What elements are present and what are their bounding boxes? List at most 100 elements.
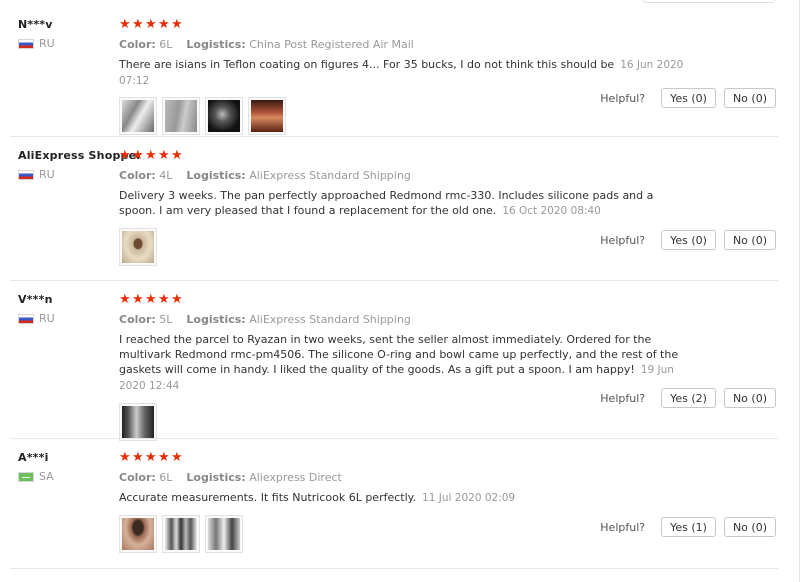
reviewer-name: N***v xyxy=(18,18,53,31)
flag-icon xyxy=(18,169,34,180)
logistics-label: Logistics: xyxy=(186,313,246,326)
reviewer-country: RU xyxy=(18,37,55,50)
review-content: I reached the parcel to Ryazan in two we… xyxy=(119,333,679,376)
review-photo[interactable] xyxy=(248,97,286,135)
review-divider xyxy=(10,438,778,439)
helpful-label: Helpful? xyxy=(600,520,646,534)
helpful-vote: Helpful? Yes (2) No (0) xyxy=(600,388,776,408)
review-content: Accurate measurements. It fits Nutricook… xyxy=(119,491,417,504)
star-icon: ★ xyxy=(132,292,145,307)
review-photo[interactable] xyxy=(162,97,200,135)
logistics-value: China Post Registered Air Mail xyxy=(249,38,414,51)
reviewer-country: RU xyxy=(18,312,55,325)
review-photo[interactable] xyxy=(205,97,243,135)
review-photo[interactable] xyxy=(205,515,243,553)
review-item: V***n RU ★★★★★ Color: 5L Logistics: AliEx… xyxy=(0,293,788,441)
helpful-no-button[interactable]: No (0) xyxy=(723,88,776,108)
review-date: 11 Jul 2020 02:09 xyxy=(422,492,516,504)
review-photo[interactable] xyxy=(119,228,157,266)
star-icon: ★ xyxy=(119,148,132,163)
review-text: Delivery 3 weeks. The pan perfectly appr… xyxy=(119,188,689,219)
star-icon: ★ xyxy=(145,450,158,465)
color-label: Color: xyxy=(119,471,156,484)
logistics-value: Aliexpress Direct xyxy=(249,471,342,484)
logistics-value: AliExpress Standard Shipping xyxy=(249,313,411,326)
star-icon: ★ xyxy=(171,148,184,163)
top-panel-edge xyxy=(643,0,775,3)
reviewer-name: A***i xyxy=(18,451,49,464)
star-icon: ★ xyxy=(145,292,158,307)
helpful-no-button[interactable]: No (0) xyxy=(723,517,776,537)
review-meta: Color: 6L Logistics: Aliexpress Direct xyxy=(119,471,689,484)
review-photo[interactable] xyxy=(119,515,157,553)
helpful-vote: Helpful? Yes (0) No (0) xyxy=(600,88,776,108)
color-value: 6L xyxy=(159,471,173,484)
flag-icon xyxy=(18,313,34,324)
star-icon: ★ xyxy=(145,17,158,32)
review-body: ★★★★★ Color: 6L Logistics: Aliexpress Dir… xyxy=(119,451,689,553)
color-label: Color: xyxy=(119,38,156,51)
review-photo[interactable] xyxy=(119,403,157,441)
reviewer-info: A***i SA xyxy=(18,451,54,483)
helpful-no-button[interactable]: No (0) xyxy=(723,230,776,250)
review-text: Accurate measurements. It fits Nutricook… xyxy=(119,490,689,506)
review-divider xyxy=(10,280,778,281)
star-icon: ★ xyxy=(119,450,132,465)
color-value: 4L xyxy=(159,169,173,182)
review-body: ★★★★★ Color: 5L Logistics: AliExpress Sta… xyxy=(119,293,689,441)
star-rating: ★★★★★ xyxy=(119,293,689,306)
reviewer-country: SA xyxy=(18,470,54,483)
star-icon: ★ xyxy=(158,450,171,465)
helpful-yes-button[interactable]: Yes (2) xyxy=(661,388,716,408)
review-text: I reached the parcel to Ryazan in two we… xyxy=(119,332,689,394)
review-meta: Color: 4L Logistics: AliExpress Standard … xyxy=(119,169,689,182)
helpful-label: Helpful? xyxy=(600,91,646,105)
review-item: A***i SA ★★★★★ Color: 6L Logistics: Aliex… xyxy=(0,451,788,569)
country-code: RU xyxy=(39,312,55,325)
country-code: SA xyxy=(39,470,54,483)
review-photo[interactable] xyxy=(162,515,200,553)
reviewer-info: V***n RU xyxy=(18,293,55,325)
star-icon: ★ xyxy=(158,292,171,307)
photo-gallery xyxy=(119,403,689,441)
star-icon: ★ xyxy=(132,17,145,32)
star-icon: ★ xyxy=(158,148,171,163)
color-label: Color: xyxy=(119,169,156,182)
helpful-yes-button[interactable]: Yes (0) xyxy=(661,230,716,250)
star-icon: ★ xyxy=(119,292,132,307)
star-icon: ★ xyxy=(132,450,145,465)
review-divider xyxy=(10,568,778,569)
review-date: 16 Oct 2020 08:40 xyxy=(502,205,601,217)
helpful-label: Helpful? xyxy=(600,233,646,247)
helpful-vote: Helpful? Yes (0) No (0) xyxy=(600,230,776,250)
star-icon: ★ xyxy=(119,17,132,32)
reviewer-info: N***v RU xyxy=(18,18,55,50)
star-icon: ★ xyxy=(132,148,145,163)
review-photo[interactable] xyxy=(119,97,157,135)
color-value: 5L xyxy=(159,313,173,326)
star-rating: ★★★★★ xyxy=(119,451,689,464)
star-rating: ★★★★★ xyxy=(119,149,689,162)
flag-icon xyxy=(18,471,34,482)
country-code: RU xyxy=(39,168,55,181)
color-label: Color: xyxy=(119,313,156,326)
helpful-label: Helpful? xyxy=(600,391,646,405)
helpful-no-button[interactable]: No (0) xyxy=(723,388,776,408)
review-content: There are isians in Teflon coating on fi… xyxy=(119,58,615,71)
review-divider xyxy=(10,136,778,137)
review-body: ★★★★★ Color: 6L Logistics: China Post Reg… xyxy=(119,18,689,135)
star-rating: ★★★★★ xyxy=(119,18,689,31)
logistics-label: Logistics: xyxy=(186,169,246,182)
logistics-label: Logistics: xyxy=(186,471,246,484)
helpful-yes-button[interactable]: Yes (0) xyxy=(661,88,716,108)
helpful-yes-button[interactable]: Yes (1) xyxy=(661,517,716,537)
helpful-vote: Helpful? Yes (1) No (0) xyxy=(600,517,776,537)
review-meta: Color: 5L Logistics: AliExpress Standard … xyxy=(119,313,689,326)
flag-icon xyxy=(18,38,34,49)
country-code: RU xyxy=(39,37,55,50)
reviewer-name: V***n xyxy=(18,293,53,306)
star-icon: ★ xyxy=(158,17,171,32)
logistics-label: Logistics: xyxy=(186,38,246,51)
star-icon: ★ xyxy=(171,450,184,465)
review-meta: Color: 6L Logistics: China Post Registere… xyxy=(119,38,689,51)
